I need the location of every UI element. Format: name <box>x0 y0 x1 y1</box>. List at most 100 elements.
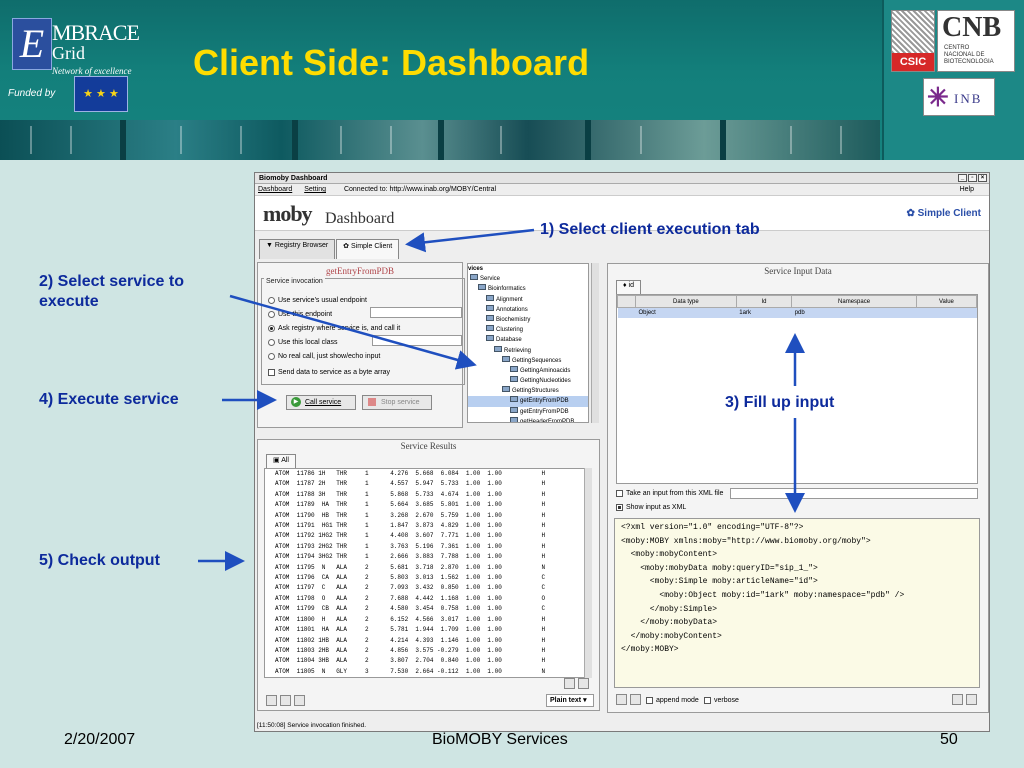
result-line: ATOM 11794 3HG2 THR 1 2.666 3.883 7.788 … <box>275 553 546 561</box>
save-icon[interactable] <box>266 695 277 706</box>
inb-star-icon: ✳ <box>927 82 949 112</box>
result-line: ATOM 11803 2HB ALA 2 4.856 3.575 -0.279 … <box>275 646 546 654</box>
plain-text-select[interactable]: Plain text ▾ <box>546 694 594 707</box>
copy-xml-icon[interactable] <box>630 694 641 705</box>
results-scrollbar[interactable] <box>584 468 592 678</box>
tab-simple-client[interactable]: ✿ Simple Client <box>336 239 400 259</box>
tab-registry-browser[interactable]: ▼ Registry Browser <box>259 239 336 259</box>
input-title: Service Input Data <box>764 266 832 276</box>
tree-item[interactable]: Alignment <box>468 294 588 305</box>
tree-item[interactable]: Database <box>468 335 588 345</box>
col-data-type: Data type <box>635 295 737 308</box>
folder-icon <box>502 386 510 393</box>
radio-ask-registry[interactable]: Ask registry where service is, and call … <box>268 321 400 335</box>
dashboard-label: Dashboard <box>325 210 395 227</box>
service-input-panel: Service Input Data ♦ id Data type Id Names… <box>607 263 989 713</box>
xml-line: </moby:mobyData> <box>621 618 718 628</box>
local-class-field[interactable] <box>372 335 462 346</box>
tree-item[interactable]: Clustering <box>468 325 588 335</box>
footer-date: 2/20/2007 <box>64 731 136 748</box>
xml-file-field[interactable] <box>730 488 978 499</box>
results-text[interactable]: ATOM 11786 1H THR 1 4.276 5.668 6.084 1.… <box>264 468 592 678</box>
folder-icon <box>486 304 494 311</box>
tree-item[interactable]: getHeaderFromPDB <box>468 416 588 422</box>
copy-icon[interactable] <box>280 695 291 706</box>
inb-logo: ✳ INB <box>923 78 995 116</box>
result-line: ATOM 11787 2H THR 1 4.557 5.947 5.733 1.… <box>275 480 546 488</box>
folder-icon <box>510 376 518 383</box>
tree-item[interactable]: Service <box>468 274 588 284</box>
result-line: ATOM 11797 C ALA 2 7.093 3.432 0.850 1.0… <box>275 584 546 592</box>
xml-line: </moby:MOBY> <box>621 645 679 655</box>
footer-page: 50 <box>940 731 958 748</box>
tree-item[interactable]: GettingStructures <box>468 386 588 396</box>
annotation-1: 1) Select client execution tab <box>540 221 760 238</box>
service-results-panel: Service Results ▣ All ATOM 11786 1H THR … <box>257 439 600 711</box>
zoom-in-icon[interactable] <box>564 678 575 689</box>
minimize-icon[interactable]: _ <box>958 174 967 182</box>
close-icon[interactable]: × <box>978 174 987 182</box>
input-xml-view[interactable]: <?xml version="1.0" encoding="UTF-8"?> <m… <box>614 518 980 688</box>
radio-no-real-call[interactable]: No real call, just show/echo input <box>268 349 400 363</box>
xml-line: <moby:MOBY xmlns:moby="http://www.biomob… <box>621 536 871 546</box>
tab-all[interactable]: ▣ All <box>266 454 296 468</box>
play-icon: ▶ <box>291 397 301 407</box>
menu-setting[interactable]: Setting <box>304 186 326 193</box>
folder-icon <box>510 406 518 413</box>
services-tree[interactable]: vices Service Bioinformatics Alignment Anno… <box>467 263 589 423</box>
tree-item[interactable]: GettingNucleotides <box>468 376 588 386</box>
radio-usual-endpoint[interactable]: Use service's usual endpoint <box>268 293 400 307</box>
zoom-out-icon[interactable] <box>578 678 589 689</box>
tree-header: vices <box>468 266 484 272</box>
save-xml-icon[interactable] <box>616 694 627 705</box>
zoom-in-xml-icon[interactable] <box>952 694 963 705</box>
simple-client-link[interactable]: ✿ Simple Client <box>906 208 981 219</box>
take-xml-checkbox[interactable]: Take an input from this XML file <box>616 490 723 497</box>
result-line: ATOM 11804 3HB ALA 2 3.807 2.704 0.840 1… <box>275 657 546 665</box>
tree-item[interactable]: Biochemistry <box>468 314 588 325</box>
append-mode-checkbox[interactable]: append mode <box>646 697 699 704</box>
annotation-2: 2) Select service to execute <box>39 273 184 310</box>
verbose-checkbox[interactable]: verbose <box>704 697 739 704</box>
annotation-5: 5) Check output <box>39 552 160 569</box>
tree-item[interactable]: getEntryFromPDB <box>468 406 588 417</box>
xml-line: <moby:mobyData moby:queryID="sip_1_"> <box>621 563 818 573</box>
folder-icon <box>486 314 494 321</box>
window-title: Biomoby Dashboard <box>259 175 328 182</box>
status-bar: [11:50:08] Service invocation finished. <box>257 722 367 729</box>
tree-item[interactable]: GettingSequences <box>468 355 588 366</box>
tree-item[interactable]: getEntryFromPDB <box>468 396 588 407</box>
result-line: ATOM 11786 1H THR 1 4.276 5.668 6.084 1.… <box>275 470 546 477</box>
logo-line3: Network of excellence <box>52 66 132 76</box>
tree-item[interactable]: GettingAminoacids <box>468 365 588 376</box>
stop-service-button[interactable]: Stop service <box>362 395 432 410</box>
tree-item[interactable]: Bioinformatics <box>468 284 588 294</box>
result-line: ATOM 11800 H ALA 2 6.152 4.566 3.017 1.0… <box>275 615 546 623</box>
zoom-out-xml-icon[interactable] <box>966 694 977 705</box>
menu-dashboard[interactable]: Dashboard <box>258 186 292 193</box>
result-line: ATOM 11796 CA ALA 2 5.803 3.013 1.562 1.… <box>275 574 546 582</box>
tab-id[interactable]: ♦ id <box>616 280 641 294</box>
send-bytes-checkbox[interactable]: Send data to service as a byte array <box>268 369 390 376</box>
menu-help[interactable]: Help <box>960 184 974 196</box>
tree-scrollbar[interactable] <box>591 263 599 423</box>
service-invocation-group: Service invocation Use service's usual e… <box>261 278 465 385</box>
folder-icon <box>510 365 518 372</box>
show-xml-checkbox[interactable]: Show input as XML <box>616 504 686 511</box>
tree-item[interactable]: Annotations <box>468 304 588 315</box>
call-service-button[interactable]: ▶ Call service <box>286 395 356 410</box>
maximize-icon[interactable]: ▫ <box>968 174 977 182</box>
results-title: Service Results <box>400 441 457 451</box>
col-namespace: Namespace <box>791 295 917 308</box>
endpoint-field[interactable] <box>370 307 462 318</box>
result-line: ATOM 11793 2HG2 THR 1 3.763 5.196 7.361 … <box>275 542 546 550</box>
folder-icon <box>510 416 518 422</box>
funded-by-label: Funded by <box>8 88 56 99</box>
table-row[interactable]: Object 1ark pdb <box>617 307 977 318</box>
service-invocation-panel: getEntryFromPDB Service invocation Use s… <box>257 262 465 428</box>
refresh-icon[interactable] <box>294 695 305 706</box>
logo-letter: E <box>12 18 52 70</box>
eu-flag-icon: ★ ★ ★ <box>74 76 128 112</box>
tree-item[interactable]: Retrieving <box>468 345 588 356</box>
window-titlebar: Biomoby Dashboard _ ▫ × <box>255 173 989 184</box>
